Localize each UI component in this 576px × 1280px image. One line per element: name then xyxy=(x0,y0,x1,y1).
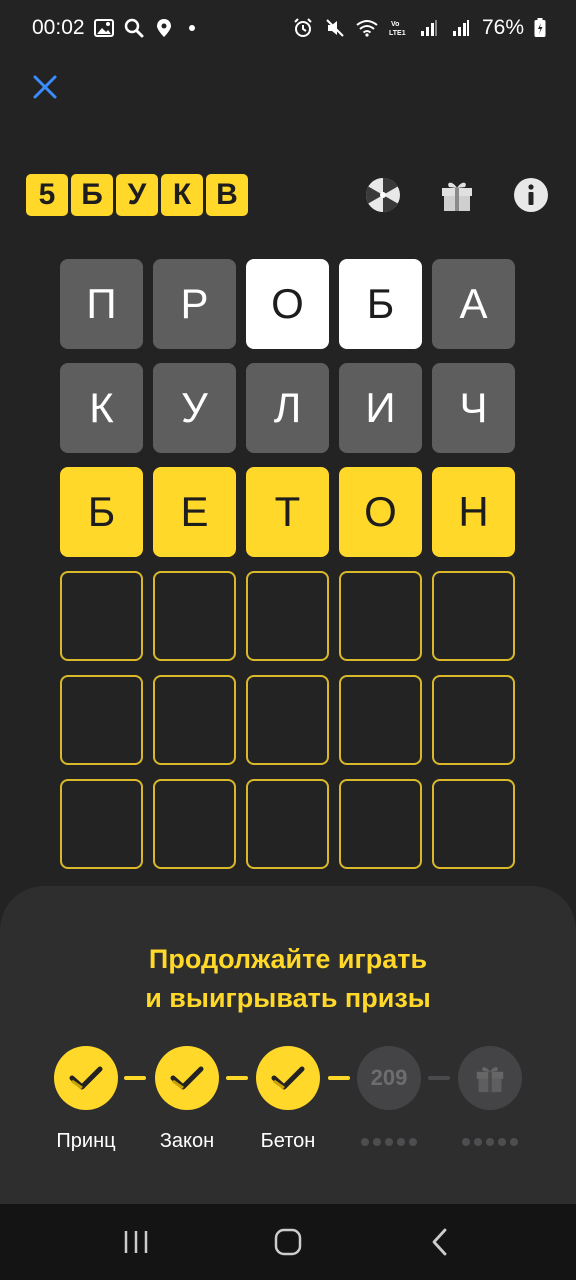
empty-tile xyxy=(153,571,236,661)
empty-tile xyxy=(153,675,236,765)
logo-tile: В xyxy=(206,174,248,216)
empty-tile xyxy=(60,571,143,661)
system-nav-bar xyxy=(0,1204,576,1280)
empty-tile xyxy=(339,571,422,661)
recents-button[interactable] xyxy=(112,1218,160,1266)
wheel-button[interactable] xyxy=(364,176,402,214)
letter-tile: П xyxy=(60,259,143,349)
gift-button[interactable] xyxy=(438,176,476,214)
mute-icon xyxy=(324,17,346,39)
empty-tile xyxy=(339,779,422,869)
home-button[interactable] xyxy=(264,1218,312,1266)
check-icon xyxy=(170,1066,204,1090)
battery-percent: 76% xyxy=(481,16,524,39)
progress-connector xyxy=(328,1076,350,1080)
back-button[interactable] xyxy=(416,1218,464,1266)
battery-icon xyxy=(534,17,546,39)
wheel-icon xyxy=(366,178,400,212)
letter-tile: Б xyxy=(60,467,143,557)
logo-tile: К xyxy=(161,174,203,216)
search-icon xyxy=(123,17,145,39)
letter-tile: И xyxy=(339,363,422,453)
rewards-title: Продолжайте играть и выигрывать призы xyxy=(0,940,576,1018)
recents-icon xyxy=(124,1231,148,1253)
letter-tile: О xyxy=(246,259,329,349)
svg-text:LTE1: LTE1 xyxy=(389,30,406,37)
empty-tile xyxy=(60,779,143,869)
gift-icon xyxy=(476,1067,504,1093)
svg-text:Vo: Vo xyxy=(391,21,399,28)
progress-connector xyxy=(226,1076,248,1080)
app-logo: 5 Б У К В xyxy=(26,174,248,216)
word-grid: ПРОБАКУЛИЧБЕТОН xyxy=(60,259,515,869)
empty-tile xyxy=(432,675,515,765)
volte-icon: Vo LTE1 xyxy=(388,17,408,39)
empty-tile xyxy=(432,571,515,661)
step-locked-gift xyxy=(458,1046,522,1110)
check-icon xyxy=(69,1066,103,1090)
close-button[interactable] xyxy=(28,70,62,104)
empty-tile xyxy=(339,675,422,765)
step-hidden-label xyxy=(440,1138,540,1146)
signal-2-icon xyxy=(450,17,472,39)
alarm-icon xyxy=(292,17,314,39)
step-label: Принц xyxy=(56,1130,116,1152)
letter-tile: Ч xyxy=(432,363,515,453)
header-actions xyxy=(364,176,550,214)
empty-tile xyxy=(432,779,515,869)
letter-tile: Б xyxy=(339,259,422,349)
rewards-title-line-2: и выигрывать призы xyxy=(145,983,431,1013)
empty-tile xyxy=(246,571,329,661)
rewards-progress: 209 xyxy=(0,1046,576,1110)
letter-tile: Н xyxy=(432,467,515,557)
status-bar: 00:02 Vo LTE1 76% xyxy=(0,0,576,56)
letter-tile: А xyxy=(432,259,515,349)
letter-tile: У xyxy=(153,363,236,453)
signal-icon xyxy=(418,17,440,39)
empty-tile xyxy=(246,675,329,765)
check-icon xyxy=(271,1066,305,1090)
wifi-icon xyxy=(356,17,378,39)
step-label: Бетон xyxy=(260,1130,316,1152)
info-icon xyxy=(514,178,548,212)
letter-tile: Л xyxy=(246,363,329,453)
info-button[interactable] xyxy=(512,176,550,214)
back-icon xyxy=(432,1228,447,1256)
status-time: 00:02 xyxy=(32,16,85,39)
letter-tile: Т xyxy=(246,467,329,557)
notification-dot-icon xyxy=(188,25,195,31)
close-icon xyxy=(33,75,57,99)
location-icon xyxy=(153,17,175,39)
progress-connector xyxy=(124,1076,146,1080)
rewards-sheet xyxy=(0,886,576,1204)
empty-tile xyxy=(60,675,143,765)
rewards-title-line-1: Продолжайте играть xyxy=(148,944,428,974)
logo-tile: 5 xyxy=(26,174,68,216)
logo-tile: У xyxy=(116,174,158,216)
empty-tile xyxy=(153,779,236,869)
home-icon xyxy=(274,1228,302,1256)
letter-tile: Р xyxy=(153,259,236,349)
letter-tile: О xyxy=(339,467,422,557)
gallery-icon xyxy=(93,17,115,39)
status-right: Vo LTE1 76% xyxy=(292,16,546,40)
letter-tile: Е xyxy=(153,467,236,557)
step-locked-number: 209 xyxy=(357,1046,421,1110)
step-done xyxy=(256,1046,320,1110)
status-left: 00:02 xyxy=(32,16,195,40)
logo-tile: Б xyxy=(71,174,113,216)
step-done xyxy=(155,1046,219,1110)
step-label: Закон xyxy=(159,1130,215,1152)
gift-icon xyxy=(442,182,472,211)
progress-connector xyxy=(428,1076,450,1080)
empty-tile xyxy=(246,779,329,869)
step-hidden-label xyxy=(339,1138,439,1146)
step-done xyxy=(54,1046,118,1110)
letter-tile: К xyxy=(60,363,143,453)
